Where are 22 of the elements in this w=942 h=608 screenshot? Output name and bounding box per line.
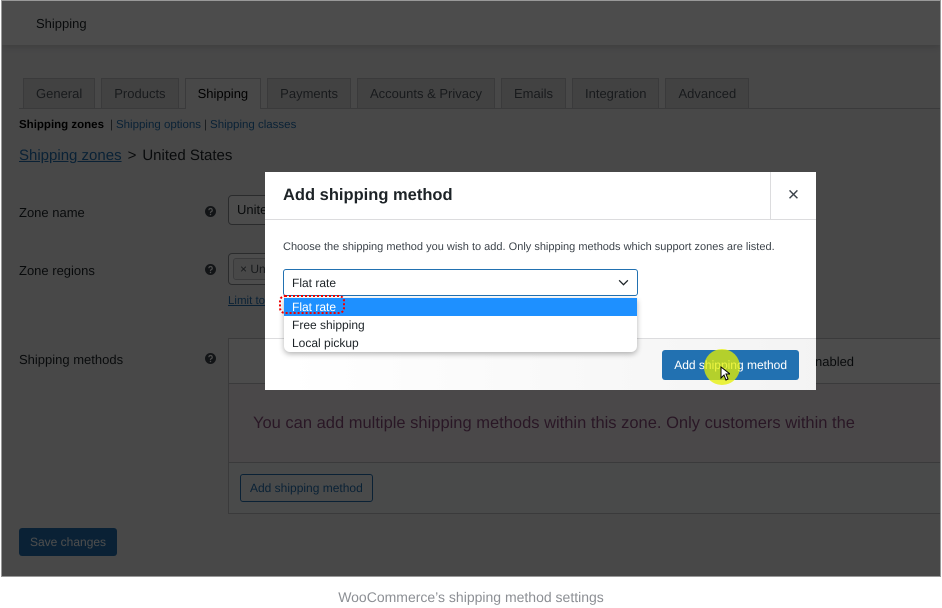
field-label: Shipping methods: [19, 351, 124, 369]
page-title: Shipping: [36, 16, 87, 30]
method-select[interactable]: Flat rate: [283, 269, 638, 296]
dropdown-option[interactable]: Flat rate: [284, 298, 637, 316]
field-label: Zone regions: [19, 262, 96, 280]
chevron-icon: [618, 279, 629, 286]
column-header: nabled: [815, 354, 854, 368]
modal-description: Choose the shipping method you wish to add. Only shipping methods which support zones are listed.: [283, 241, 776, 253]
subnav-link[interactable]: Shipping classes: [210, 119, 296, 131]
highlight-annotation: [279, 295, 345, 314]
field-label: Zone name: [19, 204, 86, 222]
breadcrumb-current: United States: [142, 147, 232, 164]
breadcrumb-separator: >: [128, 147, 136, 164]
separator-text: |: [204, 119, 208, 131]
subnav-link[interactable]: Shipping options: [116, 119, 202, 131]
figure-caption: WooCommerce’s shipping method settings: [337, 589, 605, 605]
breadcrumb-link[interactable]: Shipping zones: [19, 147, 122, 164]
modal-title: Add shipping method: [282, 186, 454, 205]
separator-text: |: [110, 119, 113, 131]
dropdown-option[interactable]: Local pickup: [284, 334, 637, 352]
subnav-link[interactable]: Shipping zones: [19, 119, 104, 131]
dropdown-option[interactable]: Free shipping: [284, 316, 637, 334]
